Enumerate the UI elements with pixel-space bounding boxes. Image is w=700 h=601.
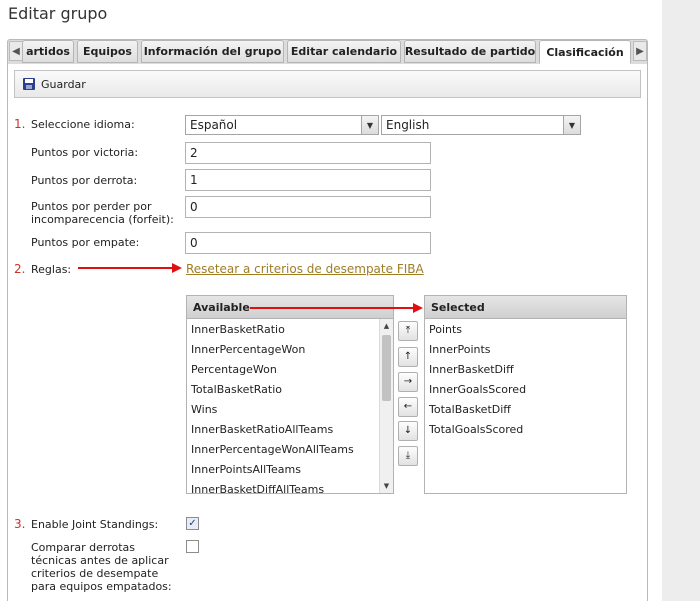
move-right-button[interactable]: →: [398, 372, 418, 392]
move-down-button[interactable]: ↓: [398, 421, 418, 441]
list-item[interactable]: InnerBasketDiffAllTeams: [191, 483, 324, 493]
chevron-down-icon: ▼: [563, 116, 580, 134]
language-secondary-select[interactable]: English ▼: [381, 115, 581, 135]
tab-scroll-right-icon[interactable]: ▶: [633, 41, 647, 61]
list-item[interactable]: InnerBasketRatio: [191, 323, 285, 336]
scroll-up-icon[interactable]: ▲: [380, 319, 393, 333]
tab-equipos[interactable]: Equipos: [77, 40, 138, 63]
points-forfeit-label: Puntos por perder por incomparecencia (f…: [31, 200, 174, 226]
list-item[interactable]: InnerGoalsScored: [429, 383, 526, 396]
list-item[interactable]: InnerPercentageWon: [191, 343, 305, 356]
compare-forfeits-checkbox[interactable]: [186, 540, 199, 553]
annotation-arrowhead-icon: [413, 303, 423, 313]
check-icon: ✓: [188, 517, 197, 529]
list-item[interactable]: Wins: [191, 403, 217, 416]
save-button[interactable]: Guardar: [41, 78, 86, 91]
list-item[interactable]: InnerPercentageWonAllTeams: [191, 443, 354, 456]
step-number-1: 1.: [14, 117, 26, 131]
list-item[interactable]: TotalBasketDiff: [429, 403, 511, 416]
available-header-label: Available: [193, 300, 250, 314]
chevron-down-icon: ▼: [361, 116, 378, 134]
reset-fiba-link[interactable]: Resetear a criterios de desempate FIBA: [186, 262, 424, 276]
list-item[interactable]: TotalGoalsScored: [429, 423, 523, 436]
compare-forfeits-label: Comparar derrotas técnicas antes de apli…: [31, 541, 172, 593]
tab-partidos[interactable]: artidos: [22, 40, 74, 63]
page-title: Editar grupo: [8, 4, 108, 23]
tab-clasificacion[interactable]: Clasificación: [539, 40, 631, 64]
list-item[interactable]: InnerBasketRatioAllTeams: [191, 423, 333, 436]
toolbar: Guardar: [14, 70, 641, 98]
list-item[interactable]: InnerPointsAllTeams: [191, 463, 301, 476]
scrollbar-thumb[interactable]: [382, 335, 391, 401]
step-number-3: 3.: [14, 517, 26, 531]
points-loss-input[interactable]: 1: [185, 169, 431, 191]
language-secondary-value: English: [386, 118, 430, 132]
points-loss-label: Puntos por derrota:: [31, 174, 138, 187]
language-primary-value: Español: [190, 118, 238, 132]
annotation-arrow-lists: [250, 307, 415, 309]
tab-editar-calendario[interactable]: Editar calendario: [287, 40, 401, 63]
points-win-input[interactable]: 2: [185, 142, 431, 164]
points-forfeit-input[interactable]: 0: [185, 196, 431, 218]
tab-resultado-partido[interactable]: Resultado de partido: [404, 40, 536, 63]
selected-header-label: Selected: [431, 300, 485, 314]
language-label: Seleccione idioma:: [31, 118, 135, 131]
list-item[interactable]: InnerBasketDiff: [429, 363, 514, 376]
list-item[interactable]: PercentageWon: [191, 363, 277, 376]
selected-list[interactable]: Points InnerPoints InnerBasketDiff Inner…: [424, 319, 627, 494]
step-number-2: 2.: [14, 262, 26, 276]
joint-standings-label: Enable Joint Standings:: [31, 518, 159, 531]
points-draw-label: Puntos por empate:: [31, 236, 140, 249]
points-draw-input[interactable]: 0: [185, 232, 431, 254]
language-primary-select[interactable]: Español ▼: [185, 115, 379, 135]
points-win-label: Puntos por victoria:: [31, 146, 139, 159]
annotation-arrowhead-icon: [172, 263, 182, 273]
list-item[interactable]: Points: [429, 323, 462, 336]
list-item[interactable]: TotalBasketRatio: [191, 383, 282, 396]
tab-informacion-grupo[interactable]: Información del grupo: [141, 40, 284, 63]
available-list[interactable]: InnerBasketRatio InnerPercentageWon Perc…: [186, 319, 394, 494]
rules-label: Reglas:: [31, 263, 72, 276]
move-left-button[interactable]: ←: [398, 397, 418, 417]
move-to-top-button[interactable]: ⤒: [398, 321, 418, 341]
selected-list-header: Selected: [424, 295, 627, 319]
scroll-down-icon[interactable]: ▼: [380, 479, 393, 493]
move-up-button[interactable]: ↑: [398, 347, 418, 367]
move-to-bottom-button[interactable]: ⤓: [398, 446, 418, 466]
available-list-scrollbar[interactable]: ▲ ▼: [379, 319, 393, 493]
right-side-panel: [662, 0, 700, 601]
joint-standings-checkbox[interactable]: ✓: [186, 517, 199, 530]
save-icon: [23, 78, 35, 90]
list-item[interactable]: InnerPoints: [429, 343, 491, 356]
annotation-arrow-rules: [78, 267, 174, 269]
tab-scroll-left-icon[interactable]: ◀: [9, 41, 23, 61]
